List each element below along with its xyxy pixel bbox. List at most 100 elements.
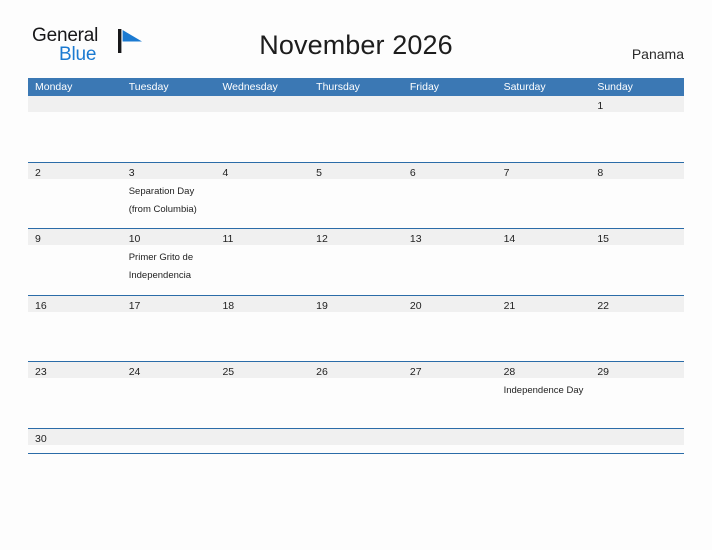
event-cell[interactable] [215, 312, 309, 360]
event-cell[interactable] [590, 112, 684, 160]
event-cell[interactable] [590, 378, 684, 426]
day-cell[interactable]: 25 [215, 362, 309, 378]
event-cell[interactable] [403, 179, 497, 227]
day-cell[interactable] [497, 96, 591, 112]
day-cell[interactable] [122, 429, 216, 445]
event-cell[interactable] [403, 245, 497, 293]
event-cell[interactable] [403, 112, 497, 160]
week-event-band [28, 312, 684, 360]
day-number: 5 [316, 166, 322, 179]
event-cell[interactable] [309, 312, 403, 360]
day-cell[interactable]: 5 [309, 163, 403, 179]
day-cell[interactable] [215, 96, 309, 112]
day-cell[interactable]: 19 [309, 296, 403, 312]
day-cell[interactable] [309, 429, 403, 445]
day-cell[interactable]: 4 [215, 163, 309, 179]
day-number: 10 [128, 233, 141, 245]
day-cell[interactable]: 3 [122, 163, 216, 179]
event-cell[interactable] [28, 378, 122, 426]
event-text: Independence Day [503, 385, 584, 396]
event-cell[interactable] [497, 312, 591, 360]
event-cell[interactable] [122, 312, 216, 360]
day-number: 14 [503, 233, 516, 245]
event-cell[interactable] [28, 312, 122, 360]
day-cell[interactable]: 16 [28, 296, 122, 312]
day-cell[interactable]: 9 [28, 229, 122, 245]
event-cell[interactable] [28, 179, 122, 227]
day-number: 17 [128, 299, 141, 312]
day-cell[interactable]: 26 [309, 362, 403, 378]
event-cell[interactable] [497, 112, 591, 160]
event-cell[interactable] [497, 245, 591, 293]
day-cell[interactable]: 14 [497, 229, 591, 245]
event-cell[interactable] [309, 245, 403, 293]
week-event-band: Separation Day (from Columbia) [28, 179, 684, 227]
event-cell[interactable] [309, 378, 403, 426]
day-cell[interactable]: 18 [215, 296, 309, 312]
day-cell[interactable]: 2 [28, 163, 122, 179]
event-cell[interactable]: Primer Grito de Independencia [122, 245, 216, 293]
event-cell[interactable] [28, 245, 122, 293]
day-cell[interactable]: 22 [590, 296, 684, 312]
day-cell[interactable]: 17 [122, 296, 216, 312]
day-cell[interactable] [403, 96, 497, 112]
day-cell[interactable]: 29 [590, 362, 684, 378]
event-cell[interactable] [215, 112, 309, 160]
day-cell[interactable]: 6 [403, 163, 497, 179]
day-number: 15 [597, 233, 609, 245]
day-number: 8 [597, 166, 604, 179]
day-cell[interactable]: 13 [403, 229, 497, 245]
event-cell[interactable] [215, 179, 309, 227]
day-cell[interactable] [215, 429, 309, 445]
day-cell[interactable]: 27 [403, 362, 497, 378]
event-cell[interactable] [28, 112, 122, 160]
day-number: 6 [409, 166, 416, 179]
event-cell[interactable] [215, 245, 309, 293]
day-cell[interactable]: 24 [122, 362, 216, 378]
day-cell[interactable]: 23 [28, 362, 122, 378]
event-cell[interactable] [309, 179, 403, 227]
day-cell[interactable] [28, 96, 122, 112]
event-cell[interactable] [590, 179, 684, 227]
event-cell[interactable] [215, 378, 309, 426]
day-number: 9 [35, 233, 41, 245]
event-cell[interactable] [403, 378, 497, 426]
day-number: 11 [222, 233, 234, 245]
day-cell[interactable]: 1 [590, 96, 684, 112]
event-cell[interactable]: Independence Day [497, 378, 591, 426]
event-cell[interactable]: Separation Day (from Columbia) [122, 179, 216, 227]
day-cell[interactable]: 28 [497, 362, 591, 378]
event-cell[interactable] [403, 312, 497, 360]
day-number: 25 [222, 366, 235, 378]
event-text: Primer Grito de Independencia [128, 252, 194, 281]
day-cell[interactable]: 8 [590, 163, 684, 179]
event-cell[interactable] [122, 378, 216, 426]
event-cell[interactable] [590, 245, 684, 293]
day-cell[interactable]: 12 [309, 229, 403, 245]
event-cell[interactable] [497, 179, 591, 227]
day-cell[interactable]: 10 [122, 229, 216, 245]
event-cell[interactable] [122, 112, 216, 160]
day-cell[interactable] [590, 429, 684, 445]
week-row: 23 24 25 26 27 28 29 Independence Day [28, 362, 684, 429]
day-cell[interactable] [122, 96, 216, 112]
day-number: 20 [409, 299, 422, 312]
day-cell[interactable] [309, 96, 403, 112]
week-event-band [28, 112, 684, 160]
day-cell[interactable] [403, 429, 497, 445]
day-number: 28 [503, 366, 516, 378]
day-cell[interactable] [497, 429, 591, 445]
day-cell[interactable]: 15 [590, 229, 684, 245]
day-number: 12 [316, 233, 328, 245]
event-text: Separation Day (from Columbia) [128, 185, 197, 215]
day-cell[interactable]: 30 [28, 429, 122, 445]
day-cell[interactable]: 21 [497, 296, 591, 312]
day-number: 23 [35, 366, 47, 378]
day-cell[interactable]: 20 [403, 296, 497, 312]
day-cell[interactable]: 11 [215, 229, 309, 245]
event-cell[interactable] [309, 112, 403, 160]
event-cell[interactable] [590, 312, 684, 360]
day-number: 30 [35, 432, 47, 445]
day-cell[interactable]: 7 [497, 163, 591, 179]
day-number: 24 [128, 366, 141, 378]
